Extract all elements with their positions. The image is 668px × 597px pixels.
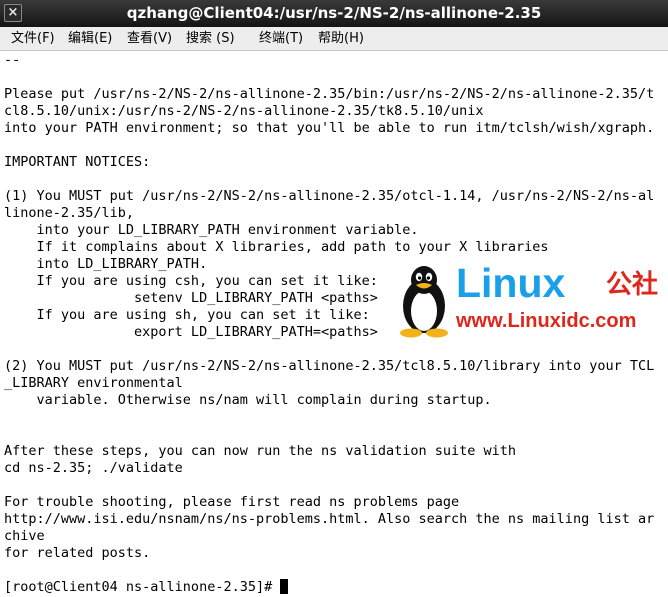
menu-terminal[interactable]: 终端(T) xyxy=(259,27,303,50)
menu-view[interactable]: 查看(V) xyxy=(127,27,172,50)
linuxidc-watermark: Linux 公社 www.Linuxidc.com xyxy=(394,260,668,338)
shell-prompt: [root@Client04 ns-allinone-2.35]# xyxy=(4,579,281,595)
watermark-logo-cn: 公社 xyxy=(606,270,659,300)
penguin-icon xyxy=(400,266,448,338)
menu-search[interactable]: 搜索 (S) xyxy=(186,27,235,50)
menu-help[interactable]: 帮助(H) xyxy=(318,27,364,50)
menu-bar: 文件(F) 编辑(E) 查看(V) 搜索 (S) 终端(T) 帮助(H) xyxy=(0,27,668,51)
menu-file[interactable]: 文件(F) xyxy=(11,27,55,50)
window-titlebar[interactable]: × qzhang@Client04:/usr/ns-2/NS-2/ns-alli… xyxy=(0,0,668,27)
window-title: qzhang@Client04:/usr/ns-2/NS-2/ns-allino… xyxy=(126,4,542,22)
menu-edit[interactable]: 编辑(E) xyxy=(68,27,112,50)
text-cursor xyxy=(280,579,289,594)
watermark-logo-text: Linux xyxy=(456,260,566,306)
watermark-url: www.Linuxidc.com xyxy=(456,310,637,332)
